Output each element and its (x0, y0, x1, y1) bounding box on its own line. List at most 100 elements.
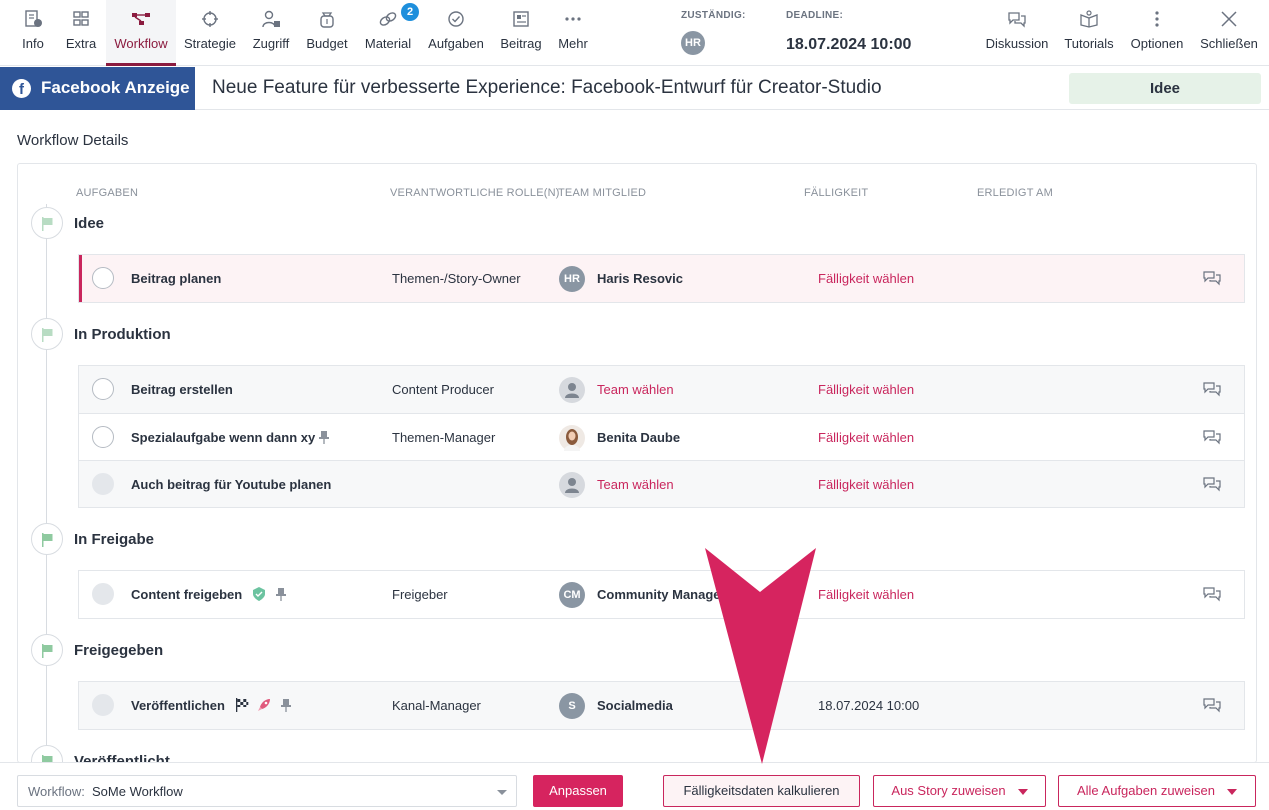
task-row[interactable]: Spezialaufgabe wenn dann xy Themen-Manag… (79, 413, 1244, 460)
task-due-date[interactable]: 18.07.2024 10:00 (818, 698, 919, 713)
task-group-freigegeben: Veröffentlichen Kanal-Manager S Socialme… (78, 681, 1245, 730)
member-avatar: HR (559, 266, 585, 292)
tab-budget[interactable]: Budget (302, 0, 352, 66)
newspaper-icon (513, 11, 529, 27)
tab-zugriff[interactable]: Zugriff (248, 0, 294, 66)
task-due-link[interactable]: Fälligkeit wählen (818, 382, 914, 397)
tab-strategie[interactable]: Strategie (180, 0, 240, 66)
link-icon (379, 12, 397, 26)
stage-name-in-freigabe: In Freigabe (74, 531, 155, 548)
team-select-link[interactable]: Team wählen (597, 477, 674, 492)
task-checkbox[interactable] (92, 426, 114, 448)
tab-strategie-label: Strategie (183, 36, 237, 51)
close-icon (1221, 11, 1237, 27)
tab-beitrag[interactable]: Beitrag (496, 0, 546, 66)
task-row[interactable]: Veröffentlichen Kanal-Manager S Socialme… (79, 682, 1244, 729)
task-due-link[interactable]: Fälligkeit wählen (818, 587, 914, 602)
workflow-select[interactable]: Workflow: SoMe Workflow (17, 775, 517, 807)
task-row[interactable]: Beitrag erstellen Content Producer Team … (79, 366, 1244, 413)
task-due-link[interactable]: Fälligkeit wählen (818, 430, 914, 445)
task-row[interactable]: Auch beitrag für Youtube planen Team wäh… (79, 460, 1244, 507)
grid-icon (73, 11, 89, 26)
stage-marker-idee (31, 207, 63, 239)
comment-icon[interactable] (1203, 476, 1221, 492)
checkered-flag-icon (236, 698, 249, 712)
tab-workflow[interactable]: Workflow (106, 0, 176, 66)
member-avatar: CM (559, 582, 585, 608)
assign-all-tasks-label: Alle Aufgaben zuweisen (1076, 783, 1216, 798)
task-member[interactable]: Haris Resovic (597, 271, 683, 286)
task-name: Veröffentlichen (131, 698, 225, 713)
tutorials-button[interactable]: Tutorials (1060, 0, 1118, 66)
task-checkbox[interactable] (92, 378, 114, 400)
close-button[interactable]: Schließen (1196, 0, 1262, 66)
workflow-icon (132, 13, 150, 25)
adjust-button[interactable]: Anpassen (533, 775, 623, 807)
money-bag-icon (320, 12, 334, 28)
task-due-link[interactable]: Fälligkeit wählen (818, 477, 914, 492)
deadline-label: DEADLINE: (786, 10, 844, 21)
stage-marker-veroeffentlicht (31, 745, 63, 762)
comment-icon[interactable] (1203, 381, 1221, 397)
discussion-button[interactable]: Diskussion (982, 0, 1052, 66)
assign-from-story-button[interactable]: Aus Story zuweisen (873, 775, 1046, 807)
task-member[interactable]: Benita Daube (597, 430, 680, 445)
task-group-idee: Beitrag planen Themen-/Story-Owner HR Ha… (78, 254, 1245, 303)
comment-icon[interactable] (1203, 697, 1221, 713)
flag-icon (42, 217, 53, 231)
assignee-avatar[interactable]: HR (681, 31, 705, 55)
tab-aufgaben[interactable]: Aufgaben (424, 0, 488, 66)
chat-bubbles-icon (1008, 12, 1026, 28)
tab-material[interactable]: 2 Material (360, 0, 419, 66)
document-info-icon (25, 10, 42, 27)
tab-mehr-label: Mehr (558, 36, 588, 51)
team-select-link[interactable]: Team wählen (597, 382, 674, 397)
pointer-arrow-icon (705, 548, 816, 764)
bottom-action-bar: Workflow: SoMe Workflow Anpassen Fälligk… (0, 762, 1269, 810)
deadline-value[interactable]: 18.07.2024 10:00 (786, 36, 911, 54)
comment-icon[interactable] (1203, 429, 1221, 445)
task-name: Beitrag planen (131, 271, 222, 286)
story-title-bar: f Facebook Anzeige Neue Feature für verb… (0, 67, 1269, 110)
pin-icon (319, 431, 329, 444)
task-row[interactable]: Content freigeben Freigeber CM Community… (79, 571, 1244, 618)
task-checkbox-disabled (92, 583, 114, 605)
task-group-in-produktion: Beitrag erstellen Content Producer Team … (78, 365, 1245, 508)
workflow-select-value: SoMe Workflow (92, 784, 183, 799)
options-button[interactable]: Optionen (1126, 0, 1188, 66)
tab-budget-label: Budget (306, 36, 348, 51)
task-member[interactable]: Socialmedia (597, 698, 673, 713)
comment-icon[interactable] (1203, 586, 1221, 602)
task-name: Content freigeben (131, 587, 243, 602)
workflow-select-label: Workflow: (28, 784, 85, 799)
open-book-icon (1080, 10, 1098, 28)
task-checkbox-disabled (92, 694, 114, 716)
tab-mehr[interactable]: Mehr (554, 0, 592, 66)
tab-beitrag-label: Beitrag (500, 36, 542, 51)
kebab-menu-icon (1155, 11, 1159, 27)
facebook-icon: f (12, 79, 31, 98)
section-title: Workflow Details (17, 132, 129, 149)
column-header-tasks: AUFGABEN (76, 187, 139, 199)
channel-pill[interactable]: f Facebook Anzeige (0, 67, 195, 110)
tab-extra[interactable]: Extra (60, 0, 102, 66)
tab-extra-label: Extra (65, 36, 97, 51)
task-group-in-freigabe: Content freigeben Freigeber CM Community… (78, 570, 1245, 619)
assign-all-tasks-button[interactable]: Alle Aufgaben zuweisen (1058, 775, 1256, 807)
stage-name-idee: Idee (74, 215, 105, 232)
column-header-member: TEAM MITGLIED (558, 187, 647, 199)
task-row[interactable]: Beitrag planen Themen-/Story-Owner HR Ha… (79, 255, 1244, 302)
status-badge[interactable]: Idee (1069, 73, 1261, 104)
stage-name-freigegeben: Freigegeben (74, 642, 164, 659)
close-label: Schließen (1200, 36, 1258, 51)
column-header-roles: VERANTWORTLICHE ROLLE(N) (390, 187, 560, 199)
tutorials-label: Tutorials (1064, 36, 1114, 51)
tab-info[interactable]: Info (14, 0, 52, 66)
top-toolbar: Info Extra Workflow Strategie Zugriff Bu… (0, 0, 1269, 66)
comment-icon[interactable] (1203, 270, 1221, 286)
task-checkbox[interactable] (92, 267, 114, 289)
task-due-link[interactable]: Fälligkeit wählen (818, 271, 914, 286)
more-dots-icon (565, 17, 581, 21)
crosshair-icon (202, 11, 218, 27)
calculate-due-dates-button[interactable]: Fälligkeitsdaten kalkulieren (663, 775, 860, 807)
